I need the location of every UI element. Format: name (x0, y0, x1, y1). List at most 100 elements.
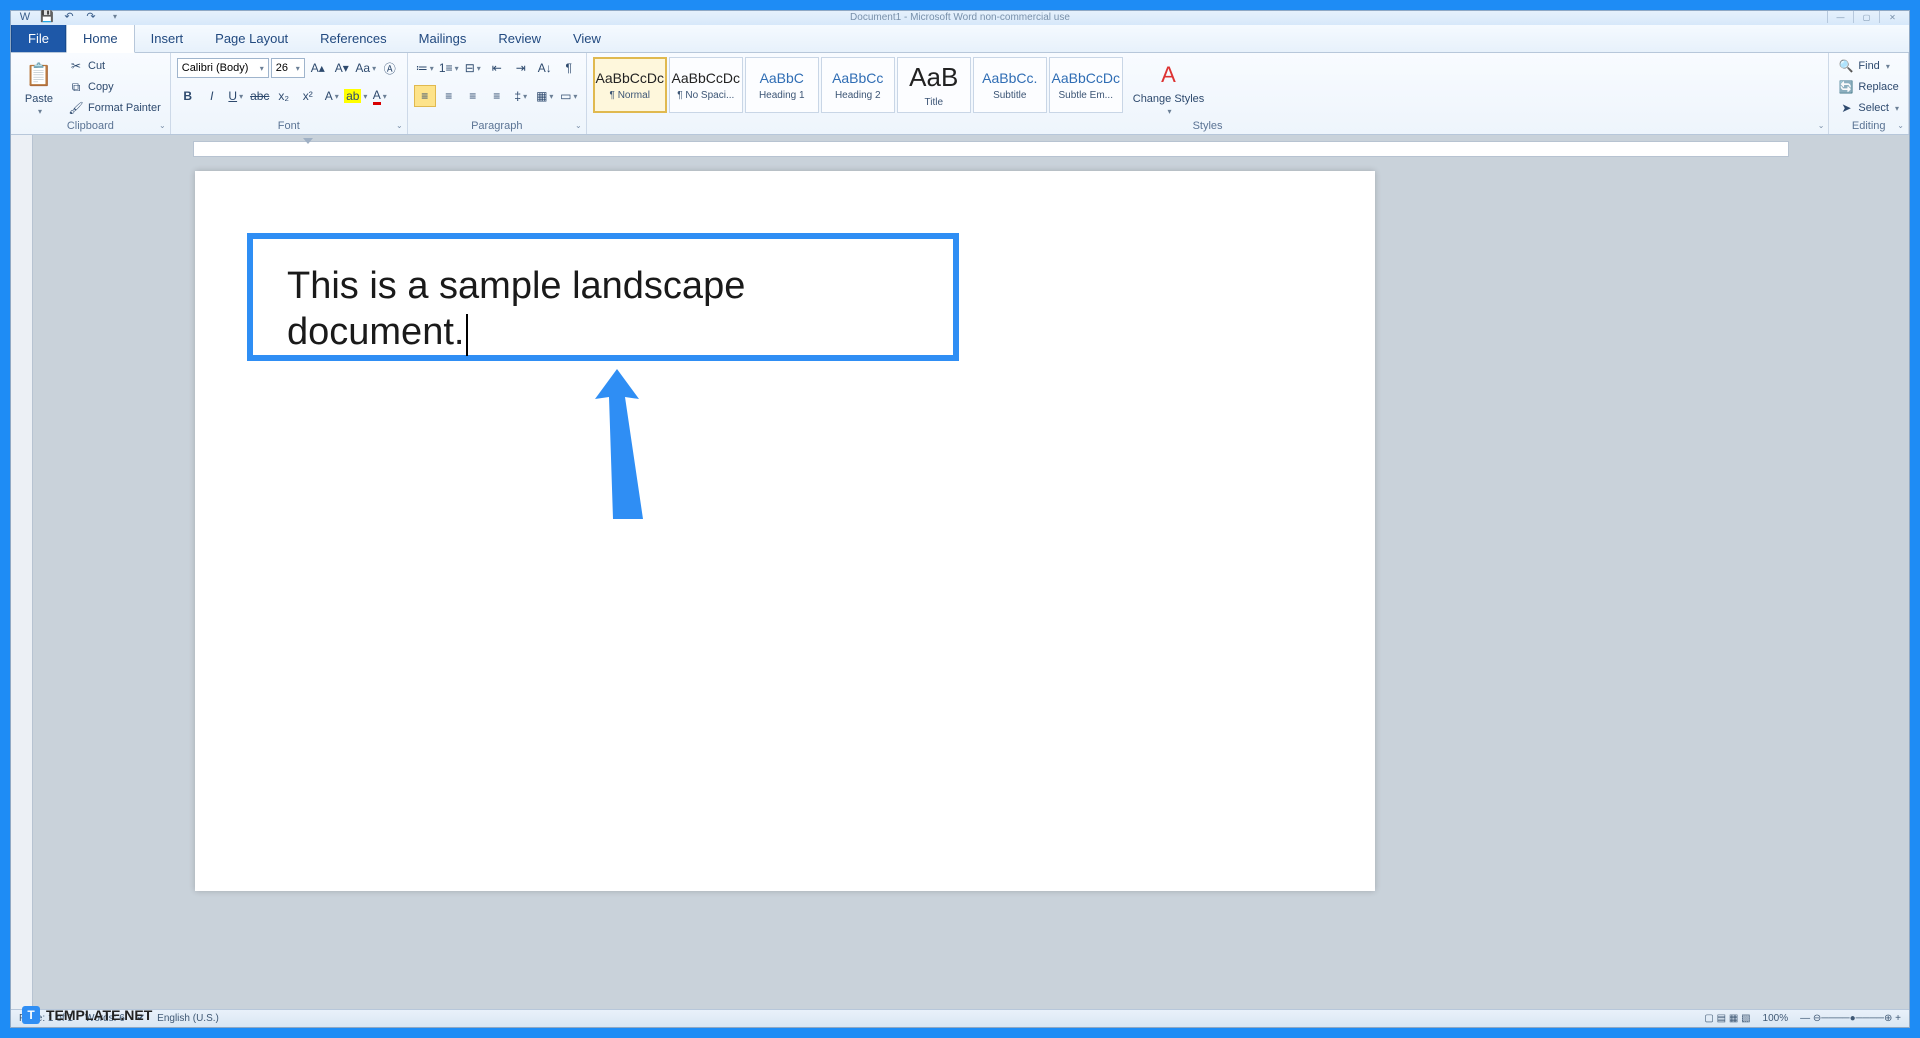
styles-gallery[interactable]: AaBbCcDc¶ NormalAaBbCcDc¶ No Spaci...AaB… (593, 57, 1123, 113)
tab-references[interactable]: References (304, 25, 402, 52)
change-styles-label: Change Styles (1133, 93, 1205, 105)
align-center-icon[interactable]: ≡ (438, 85, 460, 107)
cut-button[interactable]: ✂Cut (65, 57, 164, 75)
paragraph-group-label: Paragraph (414, 118, 580, 132)
vertical-ruler[interactable] (11, 135, 33, 1009)
group-paragraph: ≔▾ 1≡▾ ⊟▾ ⇤ ⇥ A↓ ¶ ≡ ≡ ≡ ≡ ‡▾ ▦▾ ▭▾ (408, 53, 587, 134)
tab-mailings[interactable]: Mailings (403, 25, 483, 52)
styles-group-label: Styles (593, 118, 1823, 132)
status-zoom[interactable]: 100% (1763, 1013, 1789, 1024)
group-editing: 🔍Find▾ 🔄Replace ➤Select▾ Editing (1829, 53, 1909, 134)
word-window: W 💾 ↶ ↷ ▾ Document1 - Microsoft Word non… (10, 10, 1910, 1028)
style-heading-1[interactable]: AaBbCHeading 1 (745, 57, 819, 113)
italic-icon[interactable]: I (201, 85, 223, 107)
borders-icon[interactable]: ▭▾ (558, 85, 580, 107)
group-styles: AaBbCcDc¶ NormalAaBbCcDc¶ No Spaci...AaB… (587, 53, 1830, 134)
align-left-icon[interactable]: ≡ (414, 85, 436, 107)
copy-icon: ⧉ (68, 79, 84, 95)
bullets-icon[interactable]: ≔▾ (414, 57, 436, 79)
increase-indent-icon[interactable]: ⇥ (510, 57, 532, 79)
view-buttons[interactable]: ▢ ▤ ▦ ▧ (1704, 1013, 1750, 1024)
paste-dropdown-icon: ▾ (38, 107, 42, 116)
font-name-combo[interactable]: Calibri (Body)▾ (177, 58, 269, 78)
find-button[interactable]: 🔍Find▾ (1835, 57, 1902, 75)
shrink-font-icon[interactable]: A▾ (331, 57, 353, 79)
zoom-slider[interactable]: — ⊖────●────⊕ + (1800, 1013, 1901, 1024)
document-text[interactable]: This is a sample landscape document. (253, 239, 953, 380)
paste-label: Paste (25, 93, 53, 105)
find-icon: 🔍 (1838, 58, 1854, 74)
bold-icon[interactable]: B (177, 85, 199, 107)
copy-button[interactable]: ⧉Copy (65, 78, 164, 96)
text-cursor (466, 314, 468, 356)
style-heading-2[interactable]: AaBbCcHeading 2 (821, 57, 895, 113)
underline-icon[interactable]: U▾ (225, 85, 247, 107)
subscript-icon[interactable]: x₂ (273, 85, 295, 107)
cut-icon: ✂ (68, 58, 84, 74)
format-painter-button[interactable]: 🖌Format Painter (65, 99, 164, 117)
replace-icon: 🔄 (1838, 79, 1854, 95)
show-marks-icon[interactable]: ¶ (558, 57, 580, 79)
superscript-icon[interactable]: x² (297, 85, 319, 107)
undo-icon[interactable]: ↶ (61, 9, 77, 25)
decrease-indent-icon[interactable]: ⇤ (486, 57, 508, 79)
ribbon: 📋 Paste ▾ ✂Cut ⧉Copy 🖌Format Painter Cli… (11, 53, 1909, 135)
style---no-spaci---[interactable]: AaBbCcDc¶ No Spaci... (669, 57, 743, 113)
text-effects-icon[interactable]: A▾ (321, 85, 343, 107)
status-language[interactable]: English (U.S.) (157, 1013, 219, 1024)
style-title[interactable]: AaBTitle (897, 57, 971, 113)
word-icon: W (17, 9, 33, 25)
numbering-icon[interactable]: 1≡▾ (438, 57, 460, 79)
annotation-box: This is a sample landscape document. (247, 233, 959, 361)
tab-review[interactable]: Review (482, 25, 557, 52)
tab-view[interactable]: View (557, 25, 617, 52)
align-right-icon[interactable]: ≡ (462, 85, 484, 107)
titlebar: W 💾 ↶ ↷ ▾ Document1 - Microsoft Word non… (11, 11, 1909, 25)
close-button[interactable]: ✕ (1879, 11, 1905, 23)
save-icon[interactable]: 💾 (39, 9, 55, 25)
group-font: Calibri (Body)▾ 26▾ A▴ A▾ Aa▾ Ⓐ B I U▾ a… (171, 53, 408, 134)
edit-area: This is a sample landscape document. (11, 135, 1909, 1009)
font-group-label: Font (177, 118, 401, 132)
ribbon-tabs: File Home Insert Page Layout References … (11, 25, 1909, 53)
clear-formatting-icon[interactable]: Ⓐ (379, 57, 401, 79)
shading-icon[interactable]: ▦▾ (534, 85, 556, 107)
strikethrough-icon[interactable]: abc (249, 85, 271, 107)
highlight-icon[interactable]: ab▾ (345, 85, 367, 107)
style-subtitle[interactable]: AaBbCc.Subtitle (973, 57, 1047, 113)
grow-font-icon[interactable]: A▴ (307, 57, 329, 79)
tab-insert[interactable]: Insert (135, 25, 200, 52)
watermark-text: TEMPLATE.NET (46, 1007, 152, 1023)
sort-icon[interactable]: A↓ (534, 57, 556, 79)
redo-icon[interactable]: ↷ (83, 9, 99, 25)
select-button[interactable]: ➤Select▾ (1835, 99, 1902, 117)
watermark-logo-icon: T (22, 1006, 40, 1024)
font-color-icon[interactable]: A▾ (369, 85, 391, 107)
annotation-arrow-icon (595, 369, 655, 519)
window-buttons: — ▢ ✕ (1827, 11, 1905, 23)
font-size-combo[interactable]: 26▾ (271, 58, 305, 78)
multilevel-list-icon[interactable]: ⊟▾ (462, 57, 484, 79)
format-painter-icon: 🖌 (68, 100, 84, 116)
line-spacing-icon[interactable]: ‡▾ (510, 85, 532, 107)
group-clipboard: 📋 Paste ▾ ✂Cut ⧉Copy 🖌Format Painter Cli… (11, 53, 171, 134)
change-styles-icon: A (1153, 59, 1185, 91)
quick-access-toolbar: W 💾 ↶ ↷ ▾ (17, 9, 123, 25)
style---normal[interactable]: AaBbCcDc¶ Normal (593, 57, 667, 113)
change-styles-button[interactable]: A Change Styles ▾ (1127, 57, 1211, 118)
watermark: T TEMPLATE.NET (22, 1006, 152, 1024)
paste-button[interactable]: 📋 Paste ▾ (17, 57, 61, 118)
style-subtle-em---[interactable]: AaBbCcDcSubtle Em... (1049, 57, 1123, 113)
tab-home[interactable]: Home (66, 24, 135, 53)
replace-button[interactable]: 🔄Replace (1835, 78, 1902, 96)
minimize-button[interactable]: — (1827, 11, 1853, 23)
qat-dropdown-icon[interactable]: ▾ (107, 9, 123, 25)
document-viewport[interactable]: This is a sample landscape document. (33, 135, 1909, 1009)
maximize-button[interactable]: ▢ (1853, 11, 1879, 23)
justify-icon[interactable]: ≡ (486, 85, 508, 107)
tab-file[interactable]: File (11, 24, 66, 52)
horizontal-ruler[interactable] (193, 141, 1789, 157)
change-case-icon[interactable]: Aa▾ (355, 57, 377, 79)
document-page[interactable]: This is a sample landscape document. (195, 171, 1375, 891)
tab-page-layout[interactable]: Page Layout (199, 25, 304, 52)
